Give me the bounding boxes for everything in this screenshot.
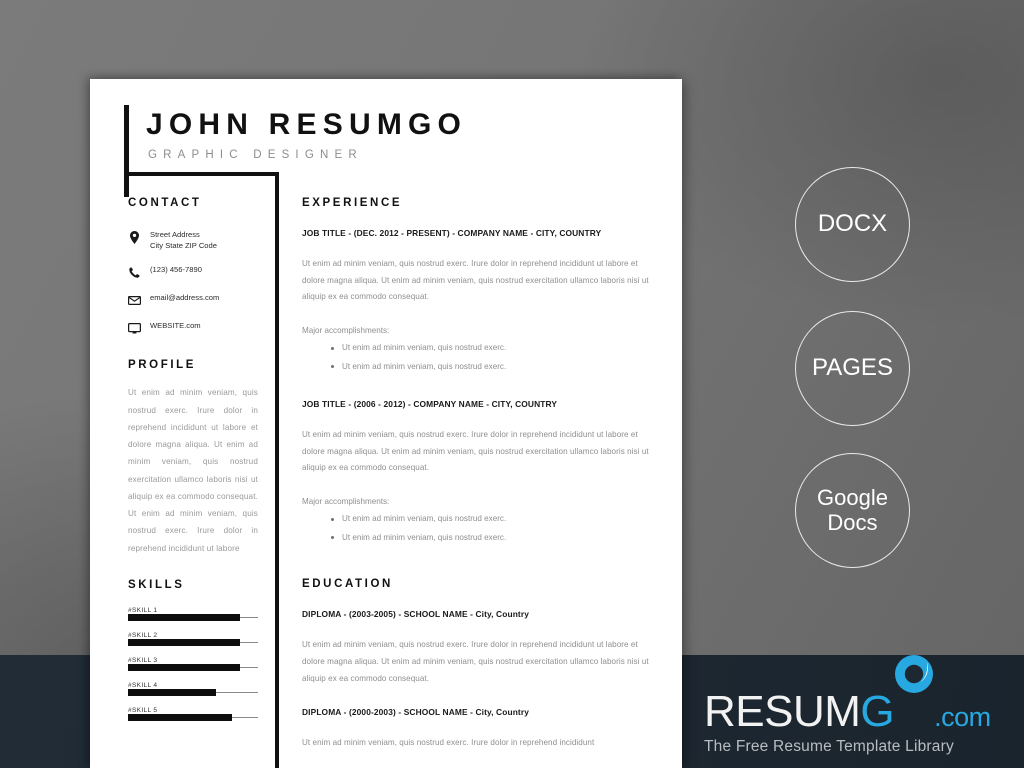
accomplishments-label: Major accomplishments: bbox=[302, 497, 390, 507]
experience-entry: JOB TITLE - (DEC. 2012 - PRESENT) - COMP… bbox=[302, 228, 654, 373]
skill-bar-track bbox=[128, 689, 258, 696]
header-bracket-horizontal bbox=[124, 172, 279, 176]
logo-o-mark-icon bbox=[893, 655, 934, 726]
logo-text-com: .com bbox=[934, 702, 991, 732]
contact-section-heading: CONTACT bbox=[128, 197, 202, 209]
list-item: Ut enim ad minim veniam, quis nostrud ex… bbox=[331, 361, 654, 374]
phone-icon bbox=[128, 265, 141, 279]
contact-email-text: email@address.com bbox=[150, 293, 220, 303]
accomplishments-list: Ut enim ad minim veniam, quis nostrud ex… bbox=[302, 342, 654, 373]
experience-entry-title: JOB TITLE - (2006 - 2012) - COMPANY NAME… bbox=[302, 399, 558, 410]
education-entry-body: Ut enim ad minim veniam, quis nostrud ex… bbox=[302, 738, 595, 748]
education-entry-title: DIPLOMA - (2003-2005) - SCHOOL NAME - Ci… bbox=[302, 609, 529, 620]
address-line-1: Street Address bbox=[150, 230, 200, 239]
resume-right-column: EXPERIENCE JOB TITLE - (DEC. 2012 - PRES… bbox=[302, 197, 654, 752]
accomplishments-label: Major accomplishments: bbox=[302, 326, 390, 336]
column-divider-line bbox=[275, 172, 279, 768]
skill-bar-track bbox=[128, 714, 258, 721]
skill-item: #SKILL 5 bbox=[128, 706, 268, 721]
experience-entry-body: Ut enim ad minim veniam, quis nostrud ex… bbox=[302, 430, 649, 473]
experience-entry-body: Ut enim ad minim veniam, quis nostrud ex… bbox=[302, 259, 649, 302]
badge-google-docs-label: Google Docs bbox=[817, 484, 888, 535]
logo-tagline: The Free Resume Template Library bbox=[704, 738, 954, 755]
skill-item: #SKILL 4 bbox=[128, 681, 268, 696]
list-item: Ut enim ad minim veniam, quis nostrud ex… bbox=[331, 342, 654, 355]
monitor-icon bbox=[128, 321, 141, 335]
skill-item: #SKILL 1 bbox=[128, 606, 268, 621]
skill-bar-track bbox=[128, 614, 258, 621]
location-pin-icon bbox=[128, 230, 141, 244]
contact-item-address: Street Address City State ZIP Code bbox=[128, 229, 268, 251]
contact-item-phone: (123) 456-7890 bbox=[128, 264, 268, 279]
list-item: Ut enim ad minim veniam, quis nostrud ex… bbox=[331, 532, 654, 545]
badge-pages[interactable]: PAGES bbox=[795, 311, 910, 426]
logo-text-resum: RESUM bbox=[704, 687, 861, 736]
header-bracket-vertical bbox=[124, 105, 129, 197]
skill-label: #SKILL 2 bbox=[128, 631, 158, 639]
contact-address-text: Street Address City State ZIP Code bbox=[150, 229, 217, 251]
skill-label: #SKILL 5 bbox=[128, 706, 158, 714]
education-entry: DIPLOMA - (2000-2003) - SCHOOL NAME - Ci… bbox=[302, 707, 654, 752]
profile-body-text: Ut enim ad minim veniam, quis nostrud ex… bbox=[128, 388, 258, 553]
contact-item-email: email@address.com bbox=[128, 292, 268, 307]
resume-page-preview[interactable]: JOHN RESUMGO GRAPHIC DESIGNER CONTACT St… bbox=[90, 79, 682, 768]
envelope-icon bbox=[128, 293, 141, 307]
logo-wordmark: RESUM G .com bbox=[704, 655, 991, 736]
education-entry-body: Ut enim ad minim veniam, quis nostrud ex… bbox=[302, 640, 649, 683]
logo-text-g: G bbox=[860, 687, 895, 736]
skill-bar-track bbox=[128, 639, 258, 646]
skill-bar-track bbox=[128, 664, 258, 671]
badge-docx[interactable]: DOCX bbox=[795, 167, 910, 282]
skill-item: #SKILL 3 bbox=[128, 656, 268, 671]
resume-left-column: CONTACT Street Address City State ZIP Co… bbox=[128, 197, 268, 732]
contact-website-text: WEBSITE.com bbox=[150, 321, 201, 331]
skills-section-heading: SKILLS bbox=[128, 578, 185, 591]
education-section-heading: EDUCATION bbox=[302, 578, 393, 591]
skill-bar-fill bbox=[128, 614, 240, 621]
skill-bar-fill bbox=[128, 639, 240, 646]
skill-label: #SKILL 1 bbox=[128, 606, 158, 614]
skill-bar-fill bbox=[128, 664, 240, 671]
education-entry-title: DIPLOMA - (2000-2003) - SCHOOL NAME - Ci… bbox=[302, 707, 529, 718]
resume-job-subtitle: GRAPHIC DESIGNER bbox=[148, 149, 363, 161]
skill-label: #SKILL 4 bbox=[128, 681, 158, 689]
skill-bar-fill bbox=[128, 714, 232, 721]
list-item: Ut enim ad minim veniam, quis nostrud ex… bbox=[331, 513, 654, 526]
address-line-2: City State ZIP Code bbox=[150, 241, 217, 251]
experience-entry-title: JOB TITLE - (DEC. 2012 - PRESENT) - COMP… bbox=[302, 228, 602, 238]
profile-section-heading: PROFILE bbox=[128, 359, 197, 372]
experience-section-heading: EXPERIENCE bbox=[302, 197, 403, 209]
contact-item-website: WEBSITE.com bbox=[128, 320, 268, 335]
skill-item: #SKILL 2 bbox=[128, 631, 268, 646]
skill-bar-fill bbox=[128, 689, 217, 696]
skill-label: #SKILL 3 bbox=[128, 656, 158, 664]
resumgo-logo: RESUM G .com The Free Resume Template Li… bbox=[704, 655, 991, 756]
resume-name: JOHN RESUMGO bbox=[146, 108, 468, 141]
contact-phone-text: (123) 456-7890 bbox=[150, 265, 202, 275]
education-entry: DIPLOMA - (2003-2005) - SCHOOL NAME - Ci… bbox=[302, 609, 654, 687]
badge-google-docs[interactable]: Google Docs bbox=[795, 453, 910, 568]
experience-entry: JOB TITLE - (2006 - 2012) - COMPANY NAME… bbox=[302, 399, 654, 544]
accomplishments-list: Ut enim ad minim veniam, quis nostrud ex… bbox=[302, 513, 654, 544]
